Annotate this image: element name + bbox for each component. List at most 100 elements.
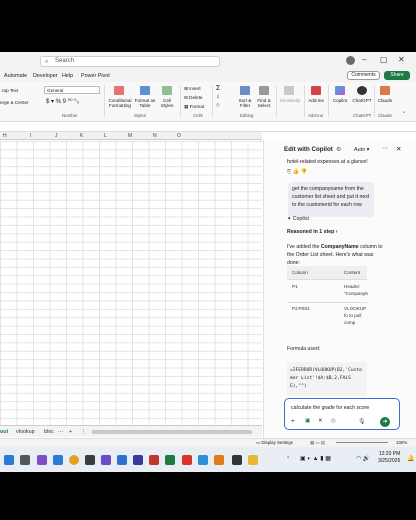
tray-chevron-icon[interactable]: ⌃ — [286, 456, 290, 462]
column-header[interactable]: L — [104, 133, 107, 139]
close-context-icon[interactable]: ✕ — [318, 418, 323, 424]
ribbon-divider — [104, 85, 105, 117]
column-header[interactable]: I — [30, 133, 31, 139]
sheet-options-icon[interactable]: ⋮ — [81, 429, 86, 435]
number-format-select[interactable]: General — [44, 86, 100, 94]
sensitivity-icon — [284, 86, 294, 95]
collapse-ribbon-icon[interactable]: ⌃ — [402, 111, 406, 116]
app-icon[interactable] — [37, 455, 47, 465]
zoom-level[interactable]: 100% — [396, 440, 407, 445]
maximize-icon[interactable]: ▢ — [380, 55, 388, 64]
autosum-icon[interactable]: Σ — [216, 85, 220, 92]
app-icon[interactable] — [133, 455, 143, 465]
app-icon[interactable] — [53, 455, 63, 465]
close-window-icon[interactable]: ✕ — [398, 55, 405, 64]
microphone-icon[interactable]: 🎙 — [358, 418, 366, 425]
insert-button[interactable]: ⊞ Insert — [184, 86, 201, 91]
reasoning-toggle[interactable]: Reasoned in 1 step › — [287, 228, 337, 236]
copilot-mode-select[interactable]: Auto ▾ — [354, 147, 369, 153]
feedback-icons[interactable]: ⎘ 👍 👎 — [287, 168, 307, 176]
comments-button[interactable]: Comments — [347, 71, 380, 80]
excel-context-icon[interactable]: ▣ — [305, 418, 310, 424]
response-prefix: I've added the — [287, 244, 321, 250]
view-buttons[interactable]: ▦ ▭ ▤ — [310, 440, 325, 446]
number-format-icons[interactable]: $ ▾ % 9 ⁰⁰ ⁰₀ — [46, 99, 79, 105]
copilot-settings-icon[interactable]: ⚙ — [336, 146, 341, 153]
tray-icons[interactable]: ▣ ◐ ▲ ▮ ▦ — [300, 455, 331, 462]
ribbon-divider — [212, 85, 213, 117]
formula-used-label: Formula used: — [287, 346, 321, 352]
number-format-value: General — [47, 88, 64, 93]
column-header[interactable]: H — [3, 133, 7, 139]
horizontal-scrollbar[interactable] — [92, 430, 252, 434]
app-icon[interactable] — [214, 455, 224, 465]
avatar[interactable] — [346, 56, 355, 65]
app-icon[interactable] — [117, 455, 127, 465]
column-header[interactable]: O — [177, 133, 181, 139]
tab-help[interactable]: Help — [62, 73, 73, 79]
format-button[interactable]: ▦ Format — [184, 104, 204, 109]
chrome-icon[interactable] — [69, 455, 79, 465]
table-cell: P2:P831 — [292, 306, 310, 311]
user-message-bubble: get the companyname from the customer li… — [288, 182, 374, 217]
sheet-tab-vlookup[interactable]: vlookup — [16, 429, 35, 435]
sort-filter-button[interactable]: Sort & Filter — [236, 98, 254, 108]
app-icon[interactable] — [101, 455, 111, 465]
fill-icon[interactable]: ⇩ — [216, 94, 220, 99]
zoom-slider[interactable] — [336, 442, 388, 443]
copilot-close-icon[interactable]: ✕ — [396, 145, 401, 153]
sheet-tab-bloc[interactable]: bloc — [44, 429, 54, 435]
sheet-tab-more-icon[interactable]: ⋯ — [58, 429, 63, 435]
find-select-button[interactable]: Find & Select — [254, 98, 274, 108]
search-placeholder: Search — [55, 58, 75, 64]
prompt-input-text[interactable]: calculate the grade for each score — [291, 405, 369, 411]
chatgpt-button[interactable]: ChatGPT — [352, 98, 372, 103]
share-button[interactable]: Share — [384, 71, 410, 80]
claude-button[interactable]: Claude — [376, 98, 394, 103]
app-icon[interactable] — [182, 455, 192, 465]
chatgpt-icon — [357, 86, 367, 95]
column-header[interactable]: J — [55, 133, 58, 139]
notifications-icon[interactable]: 🔔 — [407, 455, 414, 462]
app-icon[interactable] — [198, 455, 208, 465]
excel-icon[interactable] — [165, 455, 175, 465]
copilot-button[interactable]: Copilot — [330, 98, 350, 103]
clear-icon[interactable]: ◇ — [216, 102, 220, 107]
display-settings-button[interactable]: ▭ Display Settings — [256, 440, 293, 446]
add-attachment-icon[interactable]: + — [291, 418, 295, 425]
cell-grid[interactable] — [0, 141, 262, 425]
sensitivity-button[interactable]: Sensitivity — [278, 98, 302, 103]
column-header[interactable]: K — [80, 133, 83, 139]
tab-power-pivot[interactable]: Power Pivot — [81, 73, 110, 79]
format-as-table-button[interactable]: Format as Table — [134, 98, 156, 108]
tab-automate[interactable]: Automate — [4, 73, 27, 79]
merge-center-button[interactable]: erge & Center — [0, 100, 29, 105]
wrap-text-button[interactable]: rap Text — [2, 88, 18, 93]
app-icon[interactable] — [149, 455, 159, 465]
taskview-icon[interactable] — [20, 455, 30, 465]
clock[interactable]: 12:20 PM 3/25/2026 — [378, 451, 400, 465]
app-icon[interactable] — [232, 455, 242, 465]
tools-icon[interactable]: ◎ — [331, 418, 336, 424]
copilot-more-icon[interactable]: ⋯ — [382, 145, 388, 152]
addins-button[interactable]: Add-ins — [306, 98, 326, 103]
wifi-icon[interactable]: ◠ 🔊 — [356, 455, 370, 462]
send-button[interactable]: ➜ — [380, 417, 390, 427]
minimize-icon[interactable]: – — [362, 55, 366, 64]
tab-developer[interactable]: Developer — [33, 73, 58, 79]
table-divider — [287, 279, 367, 280]
formula-bar[interactable] — [0, 122, 416, 132]
app-icon[interactable] — [85, 455, 95, 465]
search-icon: ⌕ — [45, 59, 49, 65]
search-box[interactable]: ⌕ Search — [40, 56, 220, 67]
sheet-tab-active[interactable]: oui — [0, 429, 8, 435]
column-header[interactable]: M — [128, 133, 132, 139]
delete-button[interactable]: ⊟ Delete — [184, 95, 202, 100]
start-icon[interactable] — [4, 455, 14, 465]
copilot-sender-label: Copilot — [292, 216, 309, 222]
cell-styles-button[interactable]: Cell Styles — [158, 98, 176, 108]
file-explorer-icon[interactable] — [248, 455, 258, 465]
conditional-formatting-button[interactable]: Conditional Formatting — [106, 98, 134, 108]
add-sheet-button[interactable]: + — [69, 429, 72, 435]
column-header[interactable]: N — [153, 133, 157, 139]
